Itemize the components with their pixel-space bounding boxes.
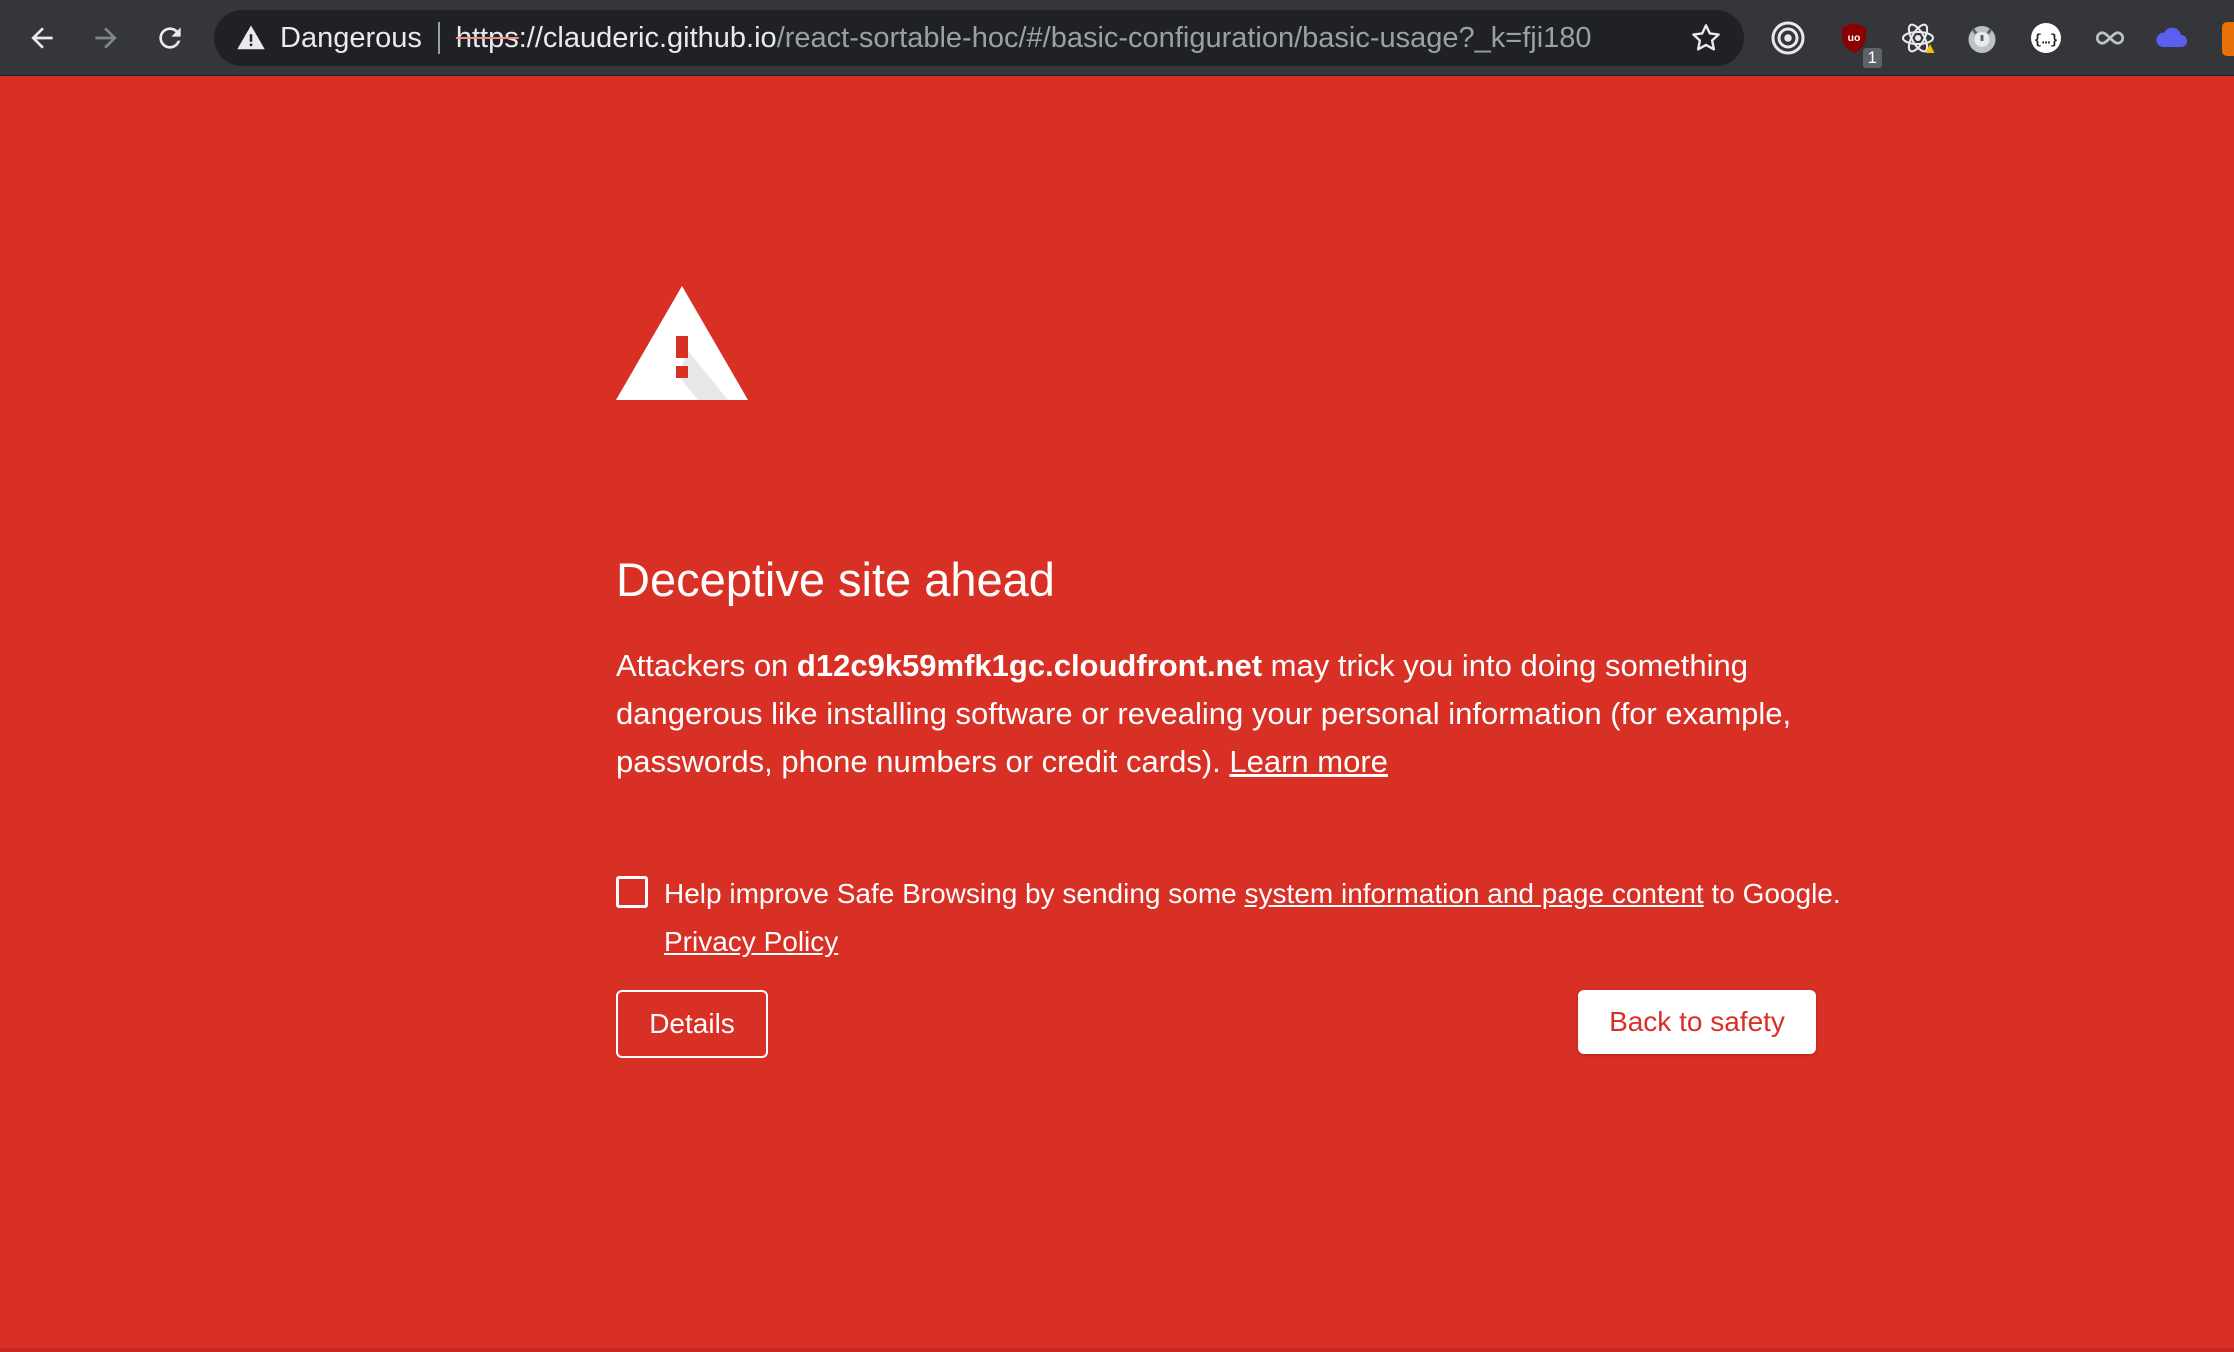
- extension-json-viewer[interactable]: {…}: [2026, 18, 2066, 58]
- opt-in-suffix: to Google.: [1703, 878, 1841, 909]
- omnibox-separator: [437, 22, 440, 54]
- cloud-icon: [2156, 27, 2187, 47]
- extension-react-devtools[interactable]: [1898, 18, 1938, 58]
- details-button[interactable]: Details: [616, 990, 768, 1058]
- extension-cloud[interactable]: [2152, 18, 2192, 58]
- extension-target[interactable]: [1768, 18, 1808, 58]
- browser-toolbar: Dangerous https://clauderic.github.io/re…: [0, 0, 2234, 76]
- bookmark-button[interactable]: [1686, 18, 1726, 58]
- url-scheme: https: [455, 21, 519, 54]
- arrow-right-icon: [95, 27, 117, 49]
- opt-in-checkbox[interactable]: [616, 876, 648, 908]
- forward-button[interactable]: [78, 10, 134, 66]
- react-devtools-icon: [1901, 23, 1935, 53]
- svg-text:{…}: {…}: [2034, 33, 2058, 48]
- warning-triangle-icon: [237, 25, 265, 50]
- opt-in-label: Help improve Safe Browsing by sending so…: [664, 870, 1864, 966]
- warning-triangle-icon: [616, 286, 748, 400]
- star-icon: [1692, 24, 1720, 51]
- owl-icon: [1968, 26, 1996, 53]
- privacy-policy-link[interactable]: Privacy Policy: [664, 926, 838, 957]
- extension-ublock[interactable]: uo 1: [1834, 18, 1882, 68]
- warning-message: Attackers on d12c9k59mfk1gc.cloudfront.n…: [616, 642, 1826, 786]
- message-prefix: Attackers on: [616, 648, 797, 683]
- security-state-chip[interactable]: Dangerous: [280, 22, 422, 55]
- reload-icon: [159, 27, 181, 49]
- url-host: ://clauderic.github.io: [518, 21, 777, 54]
- infinity-icon: [2095, 31, 2125, 45]
- back-to-safety-button[interactable]: Back to safety: [1578, 990, 1816, 1054]
- url-path: /react-sortable-hoc/#/basic-configuratio…: [776, 21, 1592, 54]
- reload-button[interactable]: [142, 10, 198, 66]
- extension-owl[interactable]: [1962, 18, 2002, 58]
- dangerous-domain: d12c9k59mfk1gc.cloudfront.net: [796, 648, 1263, 683]
- page-title: Deceptive site ahead: [616, 553, 1055, 606]
- extension-infinity[interactable]: [2090, 18, 2130, 58]
- extension-badge-count: 1: [1862, 48, 1882, 68]
- json-viewer-icon: {…}: [2031, 23, 2061, 53]
- address-bar[interactable]: Dangerous https://clauderic.github.io/re…: [214, 10, 1744, 66]
- learn-more-link[interactable]: Learn more: [1229, 744, 1388, 779]
- back-button[interactable]: [14, 10, 70, 66]
- system-info-link[interactable]: system information and page content: [1245, 878, 1704, 909]
- target-icon: [1771, 21, 1805, 55]
- opt-in-prefix: Help improve Safe Browsing by sending so…: [664, 878, 1245, 909]
- arrow-left-icon: [31, 27, 53, 49]
- extension-partial-icon[interactable]: [2222, 22, 2234, 56]
- svg-text:uo: uo: [1848, 32, 1861, 44]
- page-bottom-edge: [0, 1348, 2234, 1352]
